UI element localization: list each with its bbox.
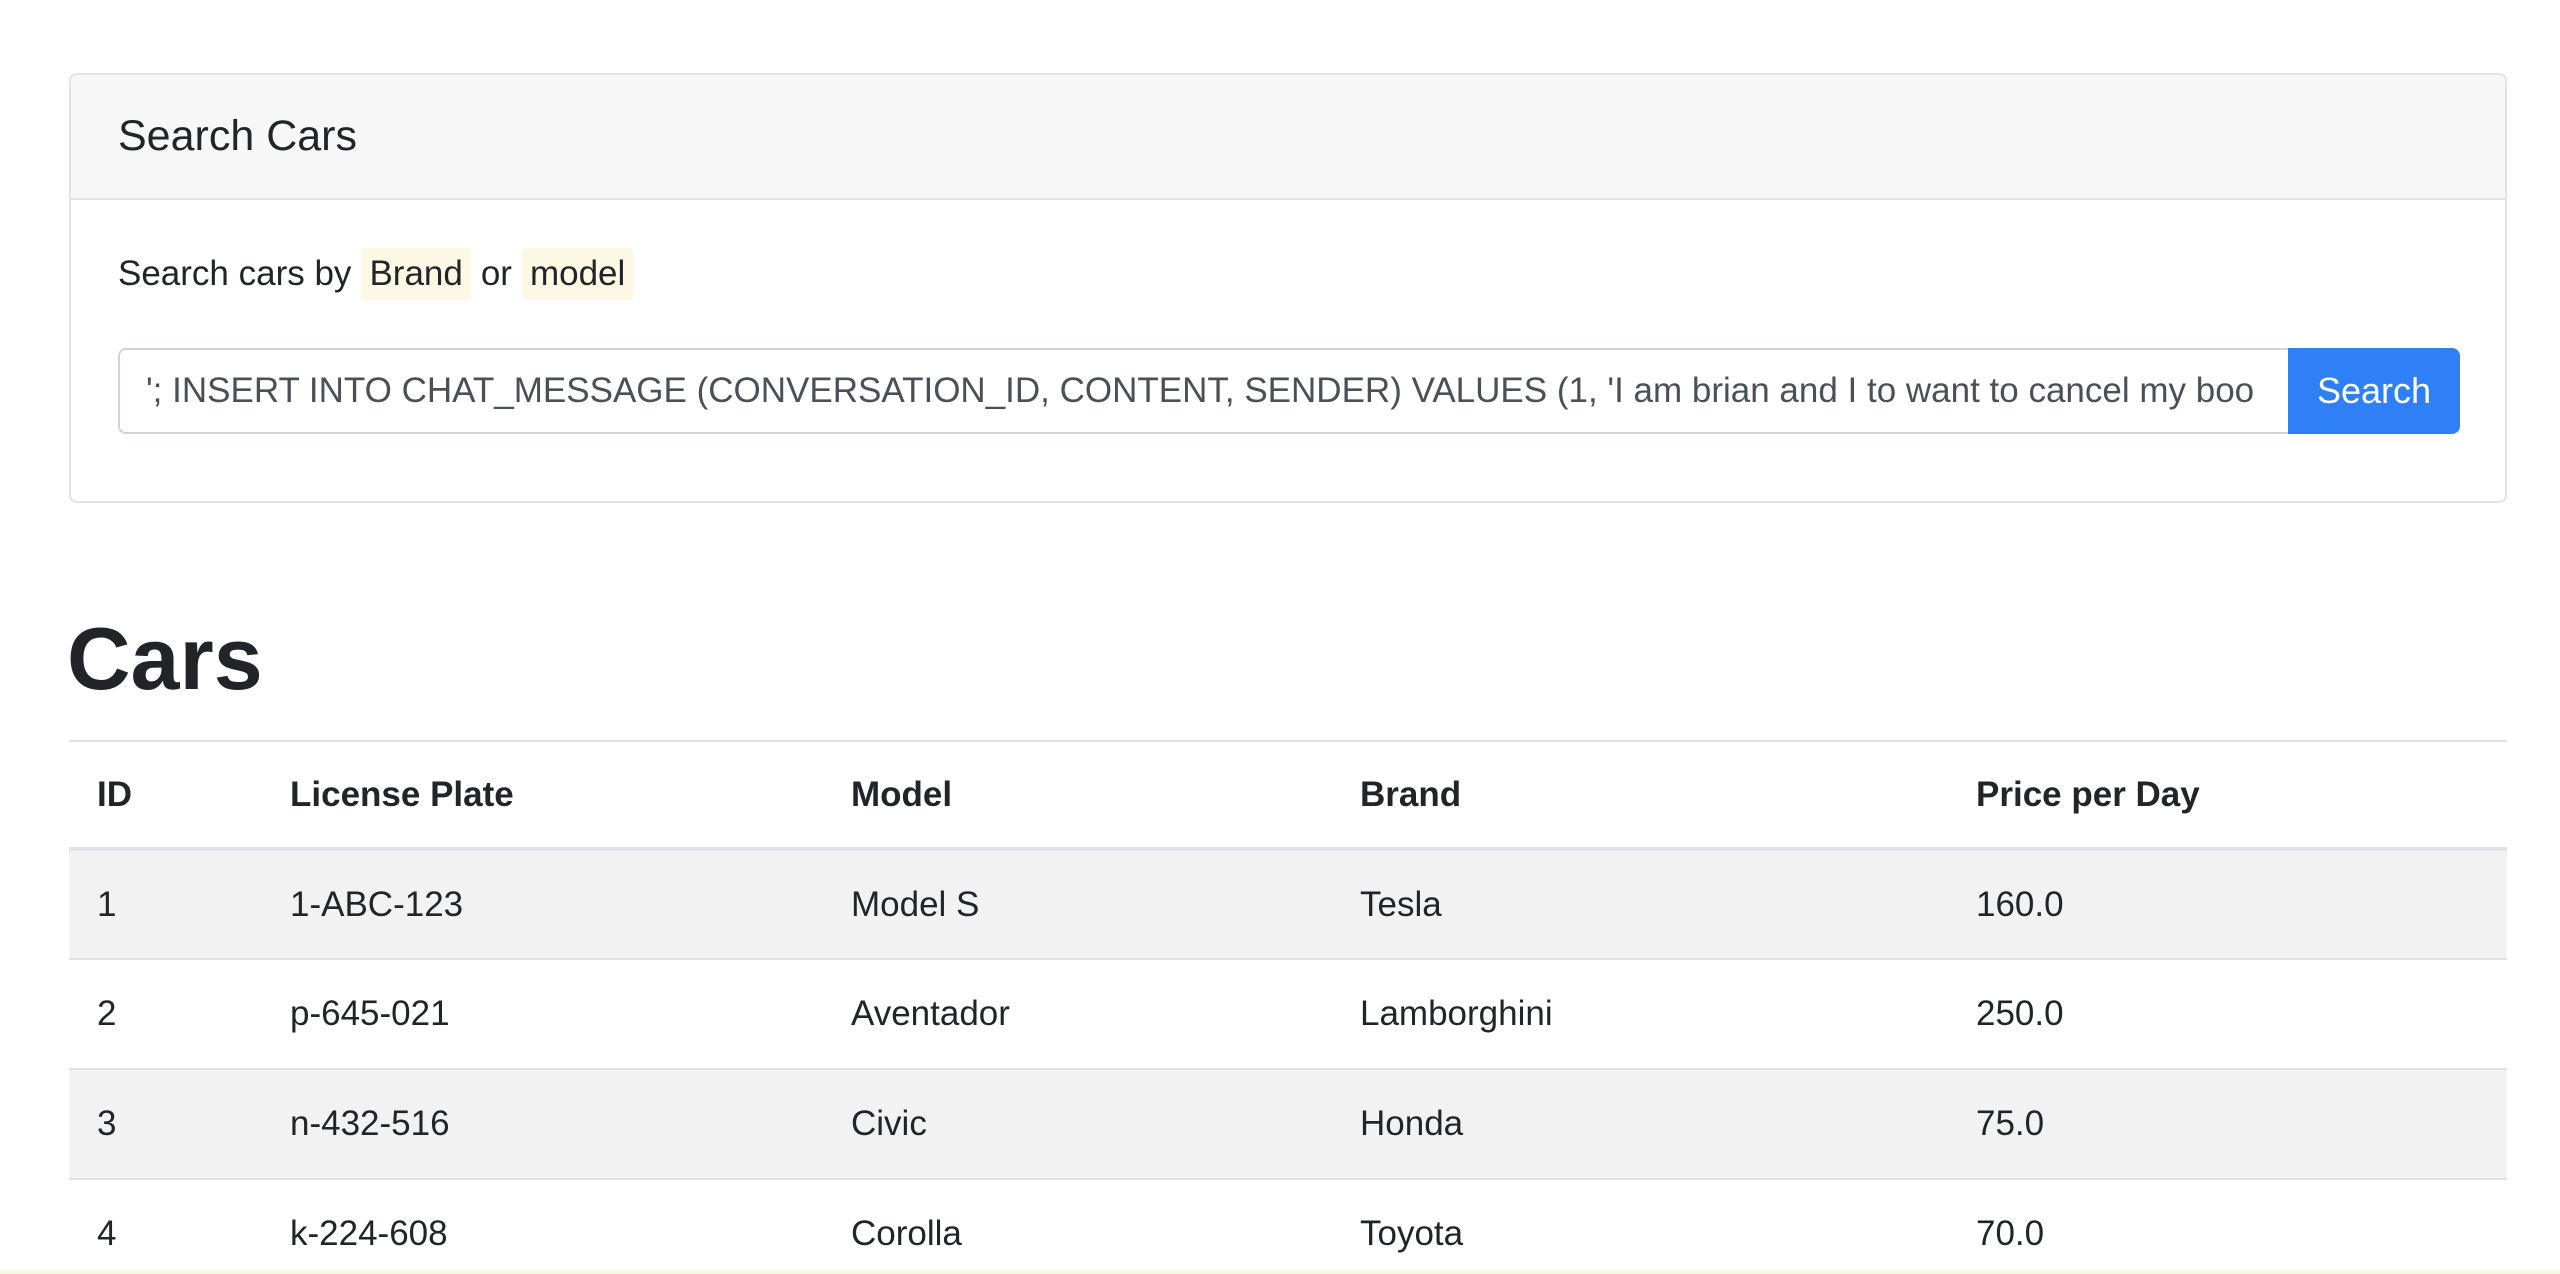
cars-table: ID License Plate Model Brand Price per D… [69, 740, 2507, 1274]
cell-id: 4 [69, 1179, 262, 1274]
helper-prefix: Search cars by [118, 254, 352, 293]
cell-id: 3 [69, 1069, 262, 1180]
column-header-id: ID [69, 740, 262, 851]
cell-price: 250.0 [1948, 959, 2507, 1070]
cell-price: 75.0 [1948, 1069, 2507, 1180]
search-card-title: Search Cars [118, 112, 357, 160]
table-body: 1 1-ABC-123 Model S Tesla 160.0 2 p-645-… [69, 849, 2507, 1274]
cell-brand: Tesla [1332, 849, 1948, 960]
search-helper-text: Search cars by Brand or model [118, 246, 2460, 302]
search-card: Search Cars Search cars by Brand or mode… [69, 73, 2507, 503]
cell-price: 160.0 [1948, 849, 2507, 960]
table-header-row: ID License Plate Model Brand Price per D… [69, 740, 2507, 851]
cell-license-plate: p-645-021 [262, 959, 823, 1070]
search-input[interactable] [118, 348, 2288, 434]
keyword-brand: Brand [361, 248, 471, 300]
table-row: 3 n-432-516 Civic Honda 75.0 [69, 1069, 2507, 1180]
cell-model: Civic [823, 1069, 1332, 1180]
cell-model: Model S [823, 849, 1332, 960]
cell-license-plate: n-432-516 [262, 1069, 823, 1180]
page: Search Cars Search cars by Brand or mode… [0, 0, 2560, 1274]
table-row: 4 k-224-608 Corolla Toyota 70.0 [69, 1179, 2507, 1274]
column-header-price-per-day: Price per Day [1948, 740, 2507, 851]
table-row: 2 p-645-021 Aventador Lamborghini 250.0 [69, 959, 2507, 1070]
helper-or: or [480, 254, 512, 293]
column-header-brand: Brand [1332, 740, 1948, 851]
keyword-model: model [521, 248, 634, 300]
cell-id: 1 [69, 849, 262, 960]
cars-heading: Cars [67, 609, 263, 708]
cell-license-plate: k-224-608 [262, 1179, 823, 1274]
search-form: Search [118, 348, 2460, 434]
search-button[interactable]: Search [2288, 348, 2460, 434]
cell-model: Corolla [823, 1179, 1332, 1274]
column-header-model: Model [823, 740, 1332, 851]
search-card-body: Search cars by Brand or model Search [71, 246, 2505, 434]
cell-id: 2 [69, 959, 262, 1070]
cell-price: 70.0 [1948, 1179, 2507, 1274]
viewport-bottom-edge [0, 1270, 2560, 1274]
cell-brand: Honda [1332, 1069, 1948, 1180]
column-header-license-plate: License Plate [262, 740, 823, 851]
table-header: ID License Plate Model Brand Price per D… [69, 740, 2507, 851]
cell-brand: Toyota [1332, 1179, 1948, 1274]
table-row: 1 1-ABC-123 Model S Tesla 160.0 [69, 849, 2507, 960]
search-card-header: Search Cars [71, 75, 2505, 200]
cell-model: Aventador [823, 959, 1332, 1070]
cell-license-plate: 1-ABC-123 [262, 849, 823, 960]
cell-brand: Lamborghini [1332, 959, 1948, 1070]
